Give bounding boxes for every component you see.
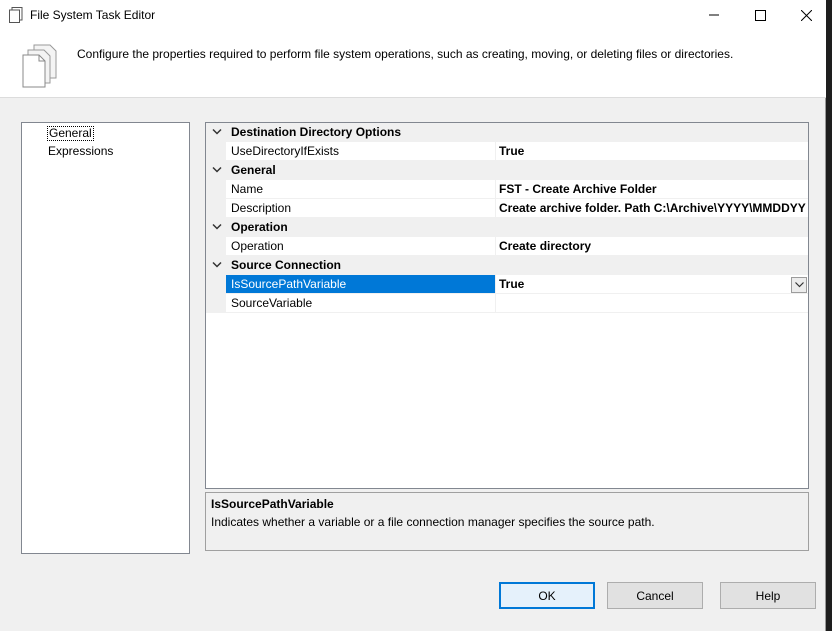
page-navigation-list: General Expressions xyxy=(21,122,190,554)
property-description-pane: IsSourcePathVariable Indicates whether a… xyxy=(205,492,809,551)
property-value[interactable]: FST - Create Archive Folder xyxy=(495,180,808,199)
category-label: Source Connection xyxy=(231,258,342,272)
row-gutter xyxy=(206,237,226,256)
property-value[interactable] xyxy=(495,294,808,313)
window-title: File System Task Editor xyxy=(30,8,156,22)
header-description: Configure the properties required to per… xyxy=(77,47,734,61)
property-value[interactable]: Create directory xyxy=(495,237,808,256)
property-name[interactable]: IsSourcePathVariable xyxy=(226,275,495,294)
cancel-button[interactable]: Cancel xyxy=(607,582,703,609)
minimize-button[interactable] xyxy=(691,0,737,30)
category-label: General xyxy=(231,163,276,177)
property-value[interactable]: True xyxy=(495,142,808,161)
description-title: IsSourcePathVariable xyxy=(211,497,334,511)
property-name[interactable]: Name xyxy=(226,180,495,199)
property-row-selected[interactable]: IsSourcePathVariable True xyxy=(206,275,808,294)
chevron-down-icon[interactable] xyxy=(212,166,222,174)
chevron-down-icon xyxy=(794,282,804,288)
row-gutter xyxy=(206,275,226,294)
row-gutter xyxy=(206,294,226,313)
property-row[interactable]: Name FST - Create Archive Folder xyxy=(206,180,808,199)
chevron-down-icon[interactable] xyxy=(212,128,222,136)
chevron-down-icon[interactable] xyxy=(212,261,222,269)
description-text: Indicates whether a variable or a file c… xyxy=(211,515,655,529)
category-operation[interactable]: Operation xyxy=(206,218,808,237)
category-label: Operation xyxy=(231,220,288,234)
property-value[interactable]: Create archive folder. Path C:\Archive\Y… xyxy=(495,199,808,218)
close-button[interactable] xyxy=(783,0,829,30)
category-source-connection[interactable]: Source Connection xyxy=(206,256,808,275)
nav-item-general[interactable]: General xyxy=(47,126,94,141)
property-name[interactable]: Description xyxy=(226,199,495,218)
property-grid: Destination Directory Options UseDirecto… xyxy=(205,122,809,489)
property-row[interactable]: SourceVariable xyxy=(206,294,808,313)
property-value[interactable]: True xyxy=(495,275,808,294)
row-gutter xyxy=(206,180,226,199)
close-icon xyxy=(800,9,812,21)
nav-item-expressions[interactable]: Expressions xyxy=(47,144,114,159)
minimize-icon xyxy=(709,14,719,16)
category-label: Destination Directory Options xyxy=(231,125,402,139)
property-row[interactable]: Operation Create directory xyxy=(206,237,808,256)
category-destination-directory-options[interactable]: Destination Directory Options xyxy=(206,123,808,142)
maximize-icon xyxy=(754,9,766,21)
ok-button[interactable]: OK xyxy=(499,582,595,609)
dialog-header: Configure the properties required to per… xyxy=(0,30,826,98)
property-name[interactable]: SourceVariable xyxy=(226,294,495,313)
row-gutter xyxy=(206,142,226,161)
title-bar: File System Task Editor xyxy=(0,0,826,30)
property-name[interactable]: Operation xyxy=(226,237,495,256)
chevron-down-icon[interactable] xyxy=(212,223,222,231)
document-icon xyxy=(9,7,23,23)
property-row[interactable]: Description Create archive folder. Path … xyxy=(206,199,808,218)
category-general[interactable]: General xyxy=(206,161,808,180)
documents-icon xyxy=(22,44,57,88)
row-gutter xyxy=(206,199,226,218)
property-name[interactable]: UseDirectoryIfExists xyxy=(226,142,495,161)
maximize-button[interactable] xyxy=(737,0,783,30)
file-system-task-editor-window: File System Task Editor Configure the pr… xyxy=(0,0,826,631)
property-row[interactable]: UseDirectoryIfExists True xyxy=(206,142,808,161)
background-strip xyxy=(827,0,832,631)
help-button[interactable]: Help xyxy=(720,582,816,609)
value-dropdown-button[interactable] xyxy=(791,277,807,293)
